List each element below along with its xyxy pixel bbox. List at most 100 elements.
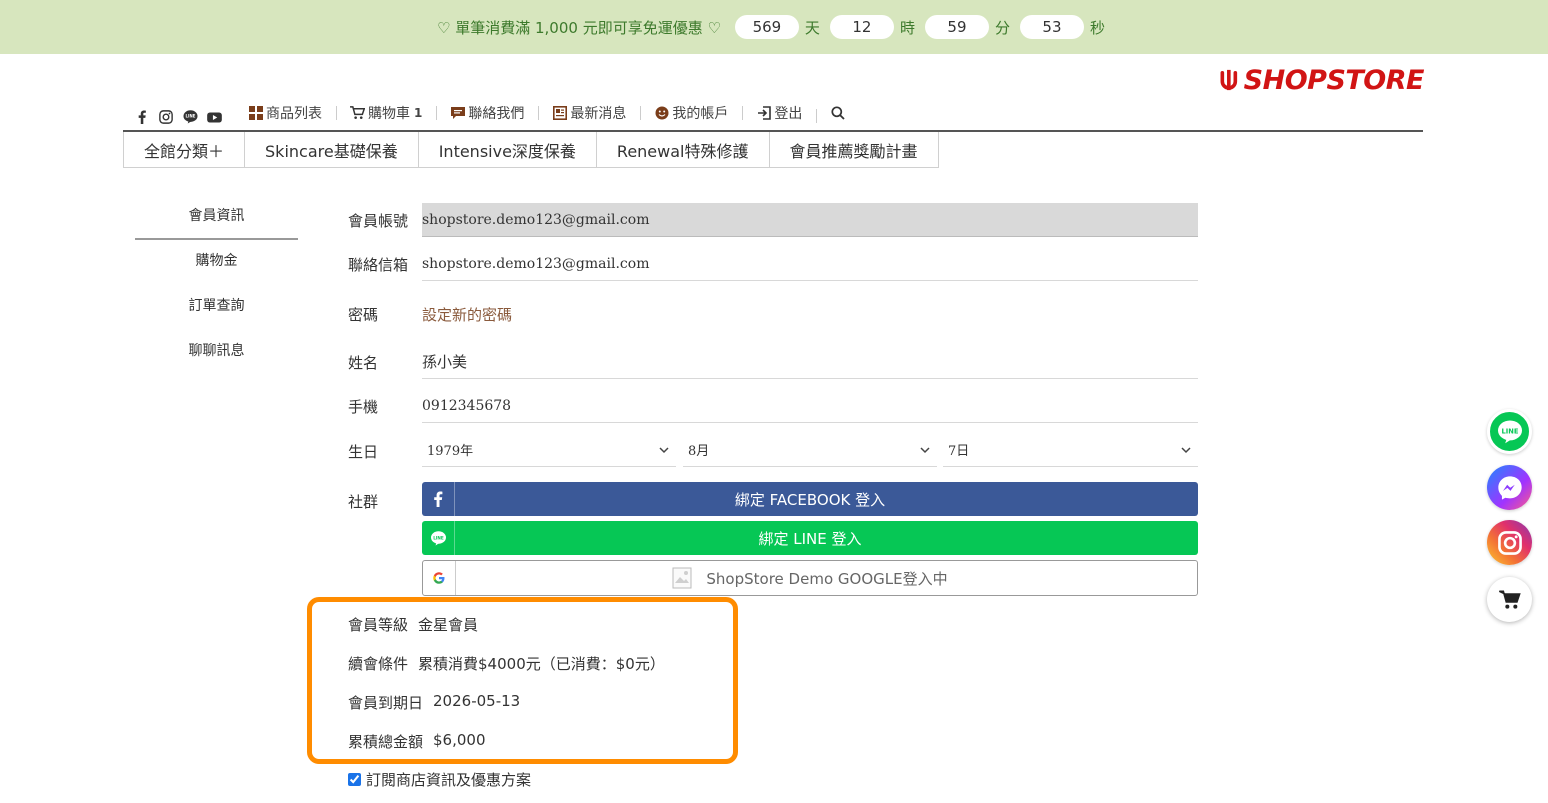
chevron-down-icon [659, 446, 669, 453]
chevron-down-icon [1181, 446, 1191, 453]
account-field: shopstore.demo123@gmail.com [422, 203, 1198, 237]
total-spent-label: 累積總金額 [348, 733, 424, 751]
line-icon: LINE [422, 521, 455, 555]
countdown-days: 569 [734, 15, 799, 39]
countdown-hours: 12 [829, 15, 894, 39]
birth-year-value: 1979年 [427, 444, 474, 459]
category-bar: 全館分類＋ Skincare基礎保養 Intensive深度保養 Renewal… [123, 132, 939, 168]
nav-search[interactable] [816, 106, 862, 123]
total-spent-value: $6,000 [433, 731, 486, 749]
countdown-hours-unit: 時 [899, 18, 915, 37]
instagram-icon[interactable] [158, 109, 174, 125]
birthday-label: 生日 [348, 443, 379, 461]
facebook-icon[interactable] [134, 109, 150, 125]
search-icon [830, 106, 845, 121]
birth-month-select[interactable]: 8月 [683, 433, 937, 467]
category-intensive[interactable]: Intensive深度保養 [417, 132, 597, 168]
floating-instagram-button[interactable] [1487, 520, 1532, 565]
nav-account-label: 我的帳戶 [672, 106, 729, 122]
renewal-condition-label: 續會條件 [348, 655, 409, 673]
password-label: 密碼 [348, 306, 379, 324]
email-label: 聯絡信箱 [348, 256, 409, 274]
category-all[interactable]: 全館分類＋ [123, 132, 246, 168]
member-level-label: 會員等級 [348, 616, 409, 634]
svg-text:LINE: LINE [433, 535, 444, 540]
subscribe-option[interactable]: 訂閱商店資訊及優惠方案 [348, 769, 531, 790]
youtube-icon[interactable] [206, 109, 222, 125]
phone-field[interactable]: 0912345678 [422, 389, 1198, 423]
sidebar-item-credits[interactable]: 購物金 [135, 241, 298, 286]
member-level-value: 金星會員 [418, 616, 479, 634]
nav-cart-label: 購物車 [368, 106, 410, 122]
google-login-label: ShopStore Demo GOOGLE登入中 [706, 569, 948, 588]
nav-news[interactable]: 最新消息 [538, 103, 640, 123]
total-spent-row: 累積總金額 $6,000 [348, 731, 486, 752]
line-icon: LINE [1497, 419, 1522, 443]
google-login-text-wrap: ShopStore Demo GOOGLE登入中 [456, 567, 1197, 589]
sidebar-item-member-info[interactable]: 會員資訊 [135, 196, 298, 240]
facebook-icon [422, 482, 455, 516]
newspaper-icon [552, 106, 567, 121]
subscribe-checkbox[interactable] [348, 773, 361, 786]
nav-logout-label: 登出 [774, 106, 803, 122]
line-icon[interactable]: LINE [182, 109, 198, 125]
member-expiry-row: 會員到期日 2026-05-13 [348, 692, 520, 713]
countdown-minutes: 59 [924, 15, 989, 39]
bind-facebook-button[interactable]: 綁定 FACEBOOK 登入 [422, 482, 1198, 516]
sidebar-item-messages[interactable]: 聊聊訊息 [135, 331, 298, 376]
subscribe-label: 訂閱商店資訊及優惠方案 [366, 771, 532, 789]
messenger-icon [1497, 475, 1522, 500]
promo-text: ♡ 單筆消費滿 1,000 元即可享免運優惠 ♡ [437, 18, 721, 37]
birth-day-value: 7日 [948, 444, 970, 459]
instagram-icon [1497, 530, 1522, 555]
nav-product-list-label: 商品列表 [266, 106, 322, 122]
bind-facebook-label: 綁定 FACEBOOK 登入 [734, 490, 886, 509]
store-logo[interactable]: SHOPSTORE [1218, 62, 1425, 98]
phone-label: 手機 [348, 398, 379, 416]
member-expiry-value: 2026-05-13 [433, 692, 521, 710]
cart-icon [1498, 590, 1521, 609]
smiley-icon [654, 106, 669, 121]
nav-contact-label: 聯絡我們 [468, 106, 525, 122]
avatar-icon [672, 567, 692, 589]
countdown-minutes-unit: 分 [994, 18, 1010, 37]
category-skincare[interactable]: Skincare基礎保養 [244, 132, 419, 168]
floating-line-button[interactable]: LINE [1487, 409, 1532, 454]
renewal-condition-row: 續會條件 累積消費$4000元（已消費：$0元） [348, 653, 665, 674]
header-social-icons: LINE [134, 109, 222, 125]
svg-text:LINE: LINE [1501, 427, 1518, 435]
bind-line-button[interactable]: LINE 綁定 LINE 登入 [422, 521, 1198, 555]
nav-product-list[interactable]: 商品列表 [234, 103, 336, 123]
promo-bar: ♡ 單筆消費滿 1,000 元即可享免運優惠 ♡ 569 天 12 時 59 分… [0, 0, 1548, 54]
birth-day-select[interactable]: 7日 [943, 433, 1198, 467]
google-login-button[interactable]: ShopStore Demo GOOGLE登入中 [422, 560, 1198, 596]
floating-cart-button[interactable] [1487, 577, 1532, 622]
grid-icon [248, 106, 263, 121]
nav-contact[interactable]: 聯絡我們 [436, 103, 538, 123]
nav-news-label: 最新消息 [570, 106, 627, 122]
set-password-link[interactable]: 設定新的密碼 [422, 304, 512, 325]
email-field[interactable]: shopstore.demo123@gmail.com [422, 247, 1198, 281]
nav-logout[interactable]: 登出 [742, 103, 816, 123]
nav-cart[interactable]: 購物車 1 [336, 103, 436, 123]
sidebar-item-orders[interactable]: 訂單查詢 [135, 286, 298, 331]
top-nav: LINE 商品列表 購物車 1 聯絡我們 最新消息 我的帳戶 登出 [134, 100, 862, 126]
birth-month-value: 8月 [688, 444, 710, 459]
countdown-days-unit: 天 [804, 18, 820, 37]
logout-icon [756, 106, 771, 121]
cart-icon [350, 106, 365, 121]
countdown-seconds-unit: 秒 [1089, 18, 1105, 37]
countdown-seconds: 53 [1019, 15, 1084, 39]
member-level-row: 會員等級 金星會員 [348, 614, 478, 635]
floating-messenger-button[interactable] [1487, 465, 1532, 510]
chat-bubble-icon [450, 106, 465, 121]
chevron-down-icon [920, 446, 930, 453]
birth-year-select[interactable]: 1979年 [422, 433, 676, 467]
nav-account[interactable]: 我的帳戶 [640, 103, 742, 123]
name-field[interactable]: 孫小美 [422, 345, 1198, 379]
renewal-condition-value: 累積消費$4000元（已消費：$0元） [418, 655, 665, 673]
category-renewal[interactable]: Renewal特殊修護 [595, 132, 770, 168]
category-referral[interactable]: 會員推薦獎勵計畫 [768, 132, 939, 168]
bind-line-label: 綁定 LINE 登入 [758, 529, 862, 548]
google-icon [423, 561, 456, 595]
